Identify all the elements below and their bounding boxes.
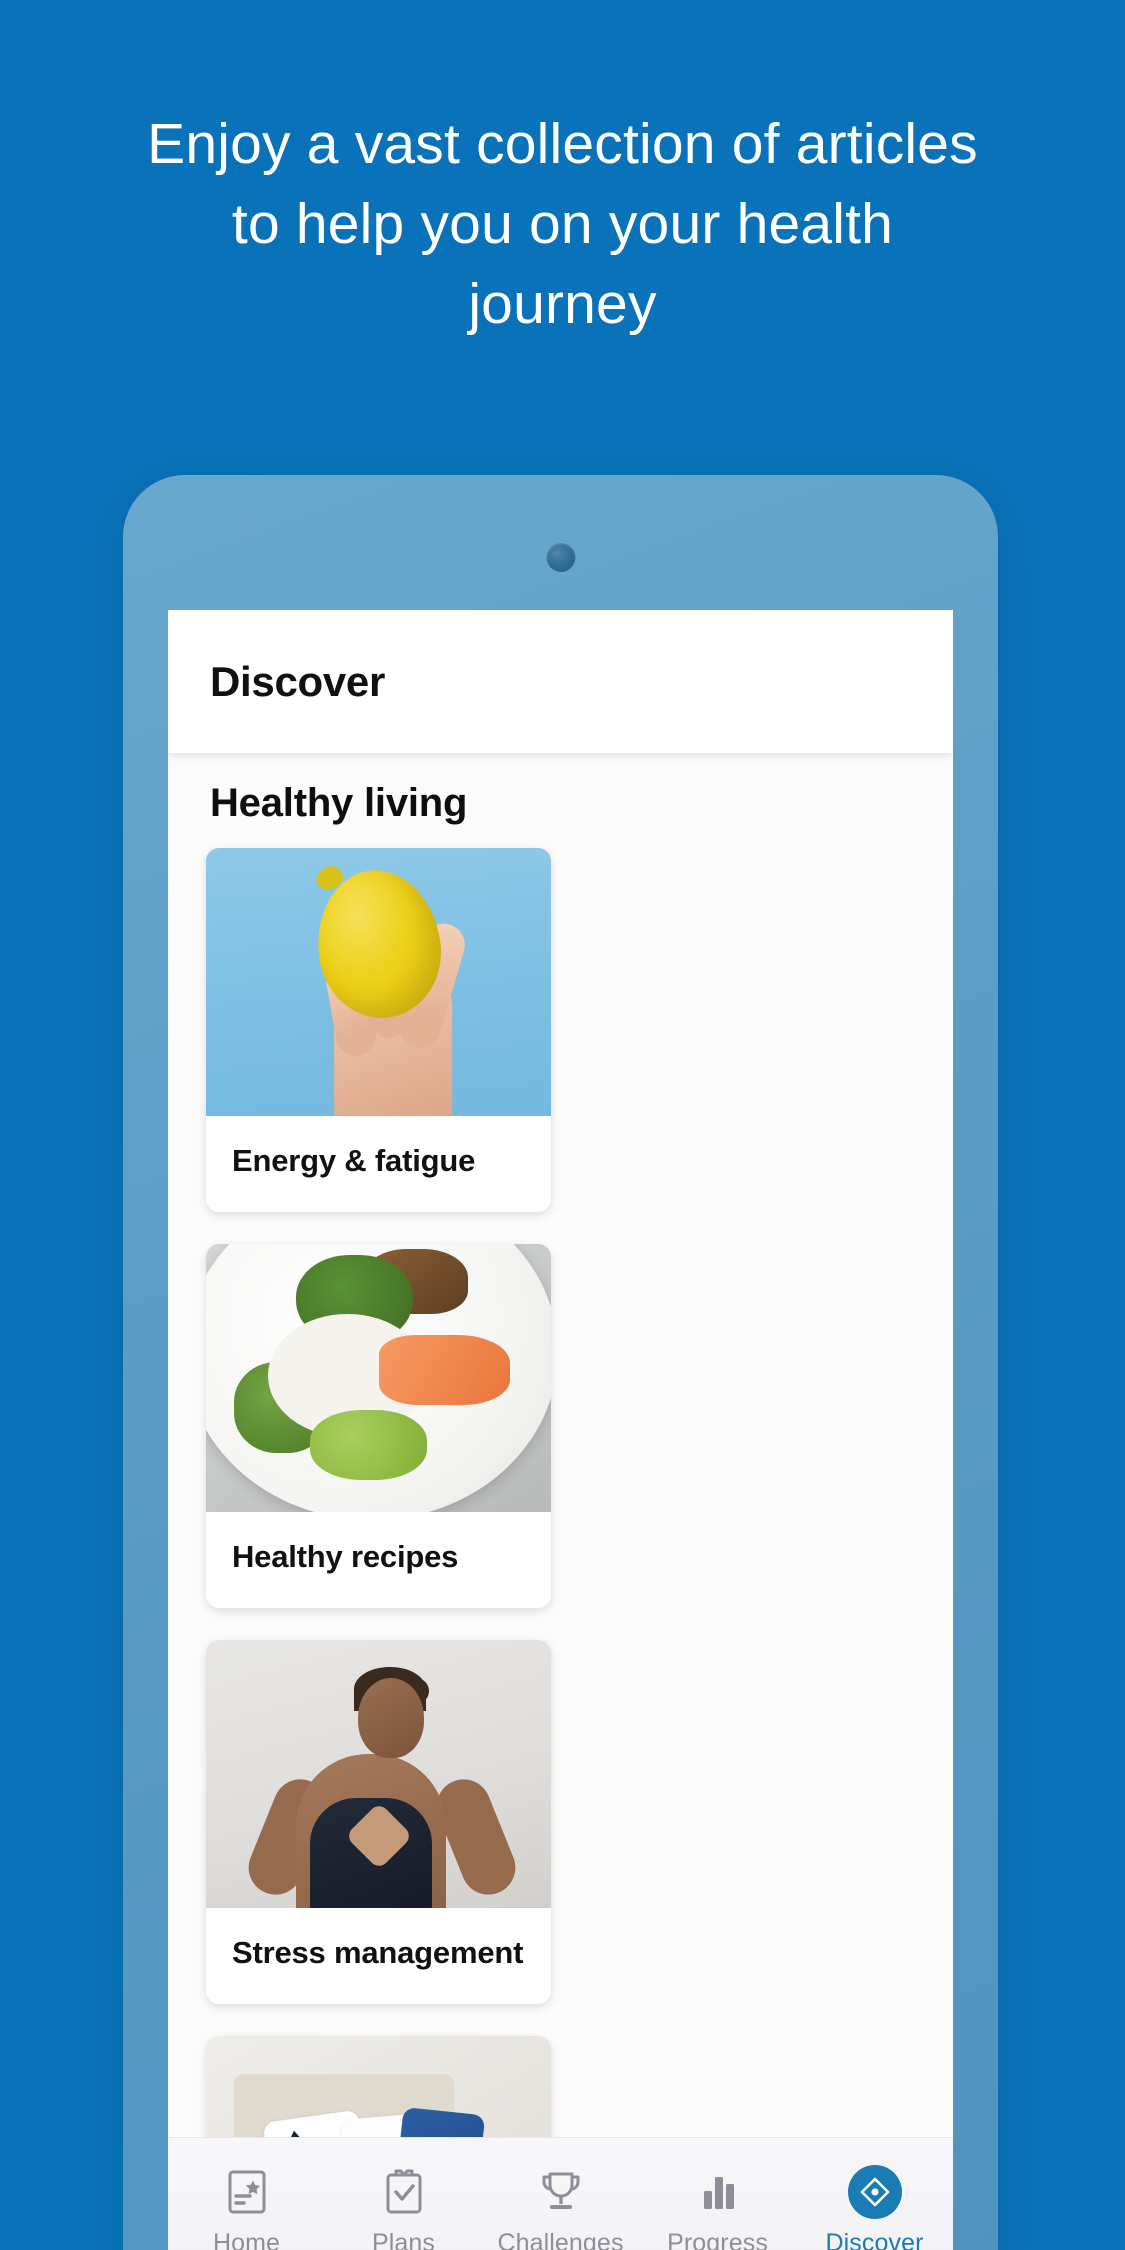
bar-chart-icon [691,2165,745,2219]
card-healthy-recipes[interactable]: Healthy recipes [206,1244,551,1608]
nav-label: Plans [371,2229,436,2250]
front-camera-dot-icon [546,543,575,572]
page-title: Discover [210,657,386,705]
discover-content-scroll[interactable]: Healthy living Energy & fatigue Healthy … [168,753,953,2250]
card-label: Energy & fatigue [232,1143,476,1178]
nav-item-discover[interactable]: Discover [796,2165,953,2250]
trophy-icon [534,2165,588,2219]
page-headline: Enjoy a vast collection of articles to h… [147,112,978,336]
nav-item-progress[interactable]: Progress [639,2165,796,2250]
clipboard-check-icon [377,2165,431,2219]
nav-label: Discover [825,2229,924,2250]
hand-holding-lemon-on-blue-image [206,848,551,1116]
card-label: Stress management [232,1935,524,1970]
app-bar: Discover [168,610,953,753]
document-star-icon [220,2165,274,2219]
woman-meditating-image [206,1640,551,1908]
card-energy-fatigue[interactable]: Energy & fatigue [206,848,551,1212]
nav-item-plans[interactable]: Plans [325,2165,482,2250]
section-title-healthy-living: Healthy living [210,781,468,825]
bottom-navigation-bar: Home Plans Challenges Progress Discover [168,2137,953,2250]
nav-item-challenges[interactable]: Challenges [482,2165,639,2250]
compass-icon [847,2165,902,2219]
nav-item-home[interactable]: Home [168,2165,325,2250]
nav-label: Challenges [497,2229,624,2250]
card-stress-management[interactable]: Stress management [206,1640,551,2004]
buddha-bowl-image [206,1244,551,1512]
nav-label: Progress [667,2229,768,2250]
phone-mockup-frame: Discover Healthy living Energy & fatigue [123,475,998,2250]
phone-screen: Discover Healthy living Energy & fatigue [168,610,953,2250]
card-grid: Energy & fatigue Healthy recipes Stress … [206,848,915,2250]
nav-label: Home [212,2229,281,2250]
card-label: Healthy recipes [232,1539,459,1574]
